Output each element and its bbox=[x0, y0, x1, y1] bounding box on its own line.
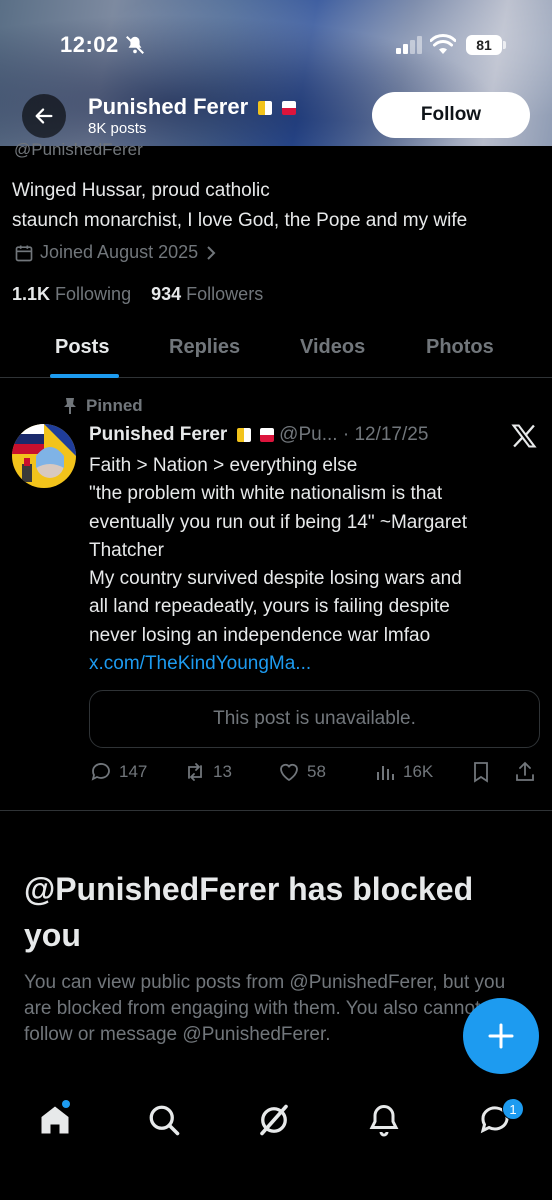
profile-bio: Winged Hussar, proud catholic staunch mo… bbox=[12, 176, 467, 236]
cellular-signal-icon bbox=[396, 36, 422, 54]
post-date[interactable]: 12/17/25 bbox=[354, 424, 428, 445]
arrow-left-icon bbox=[35, 108, 53, 124]
share-icon bbox=[516, 761, 534, 781]
heart-icon bbox=[280, 763, 298, 782]
quoted-post-unavailable: This post is unavailable. bbox=[89, 690, 540, 748]
post-text-line: My country survived despite losing wars … bbox=[89, 568, 462, 590]
section-divider bbox=[0, 810, 552, 811]
bell-muted-icon bbox=[126, 36, 144, 54]
active-tab-indicator bbox=[50, 374, 119, 378]
post-text-line: eventually you run out if being 14" ~Mar… bbox=[89, 511, 468, 533]
joined-date[interactable]: Joined August 2025 bbox=[14, 242, 218, 263]
share-button[interactable] bbox=[513, 760, 537, 784]
views-chart-icon bbox=[377, 766, 394, 780]
compose-post-button[interactable] bbox=[463, 998, 539, 1074]
header-display-name: Punished Ferer bbox=[88, 94, 297, 120]
bookmark-button[interactable] bbox=[469, 760, 493, 784]
like-button[interactable]: 58 bbox=[277, 760, 326, 784]
post-text-line: all land repeadeatly, yours is failing d… bbox=[89, 596, 450, 618]
messages-badge: 1 bbox=[502, 1098, 524, 1120]
post-actions: 147 13 58 16K bbox=[89, 760, 540, 788]
reply-button[interactable]: 147 bbox=[89, 760, 147, 784]
views-button[interactable]: 16K bbox=[373, 760, 433, 784]
profile-tabs: Posts Replies Videos Photos bbox=[0, 330, 552, 378]
bio-line: Winged Hussar, proud catholic bbox=[12, 180, 270, 201]
x-logo-icon bbox=[511, 424, 537, 448]
tab-replies[interactable]: Replies bbox=[169, 336, 240, 359]
blocked-description: You can view public posts from @Punished… bbox=[24, 972, 506, 1045]
header-posts-count: 8K posts bbox=[88, 120, 147, 137]
post-link[interactable]: x.com/TheKindYoungMa... bbox=[89, 650, 535, 678]
meta-separator: · bbox=[342, 424, 350, 445]
bookmark-icon bbox=[474, 762, 488, 783]
home-notification-dot bbox=[62, 1100, 70, 1108]
post-body[interactable]: Faith > Nation > everything else "the pr… bbox=[89, 452, 535, 678]
repost-button[interactable]: 13 bbox=[183, 760, 232, 784]
reply-icon bbox=[91, 763, 110, 781]
post-author-handle[interactable]: @Pu... bbox=[279, 424, 337, 445]
repost-icon bbox=[188, 763, 202, 781]
post-author-avatar[interactable] bbox=[12, 424, 76, 488]
vatican-flag-icon bbox=[258, 101, 273, 116]
post-header: Punished Ferer @Pu... · 12/17/25 bbox=[89, 424, 428, 446]
status-time: 12:02 bbox=[60, 32, 119, 57]
profile-banner-header: 12:02 81 Punished Ferer 8K posts Follow bbox=[0, 0, 552, 146]
battery-indicator: 81 bbox=[466, 35, 506, 55]
search-icon[interactable] bbox=[146, 1102, 182, 1138]
tab-posts[interactable]: Posts bbox=[55, 336, 109, 359]
plus-icon bbox=[488, 1023, 514, 1049]
avatar-image bbox=[12, 424, 76, 488]
tab-photos[interactable]: Photos bbox=[426, 336, 494, 359]
post-text-line: "the problem with white nationalism is t… bbox=[89, 483, 443, 505]
tab-videos[interactable]: Videos bbox=[300, 336, 365, 359]
follow-button[interactable]: Follow bbox=[372, 92, 530, 138]
bottom-navigation: 1 bbox=[0, 1080, 552, 1200]
calendar-icon bbox=[15, 245, 33, 261]
wifi-icon bbox=[430, 34, 456, 54]
grok-icon[interactable] bbox=[256, 1102, 292, 1138]
post-text-line: never losing an independence war lmfao bbox=[89, 624, 431, 646]
poland-flag-icon bbox=[282, 101, 297, 116]
chevron-right-icon bbox=[207, 245, 216, 260]
bio-line: staunch monarchist, I love God, the Pope… bbox=[12, 210, 468, 231]
followers-link[interactable]: 934 Followers bbox=[151, 284, 263, 304]
following-link[interactable]: 1.1K Following bbox=[12, 284, 131, 304]
pinned-label: Pinned bbox=[62, 396, 143, 416]
blocked-title: @PunishedFerer has blocked you bbox=[24, 871, 474, 953]
post-text-line: Thatcher bbox=[89, 539, 164, 561]
pin-icon bbox=[64, 398, 76, 414]
profile-handle: @PunishedFerer bbox=[14, 140, 143, 159]
vatican-flag-icon bbox=[236, 427, 251, 442]
post-author-name[interactable]: Punished Ferer bbox=[89, 424, 227, 445]
notifications-bell-icon[interactable] bbox=[366, 1102, 402, 1138]
post-text-line: Faith > Nation > everything else bbox=[89, 455, 358, 476]
status-bar: 12:02 81 bbox=[0, 28, 552, 64]
follow-counts: 1.1K Following 934 Followers bbox=[12, 284, 263, 305]
back-button[interactable] bbox=[22, 94, 66, 138]
poland-flag-icon bbox=[259, 427, 274, 442]
